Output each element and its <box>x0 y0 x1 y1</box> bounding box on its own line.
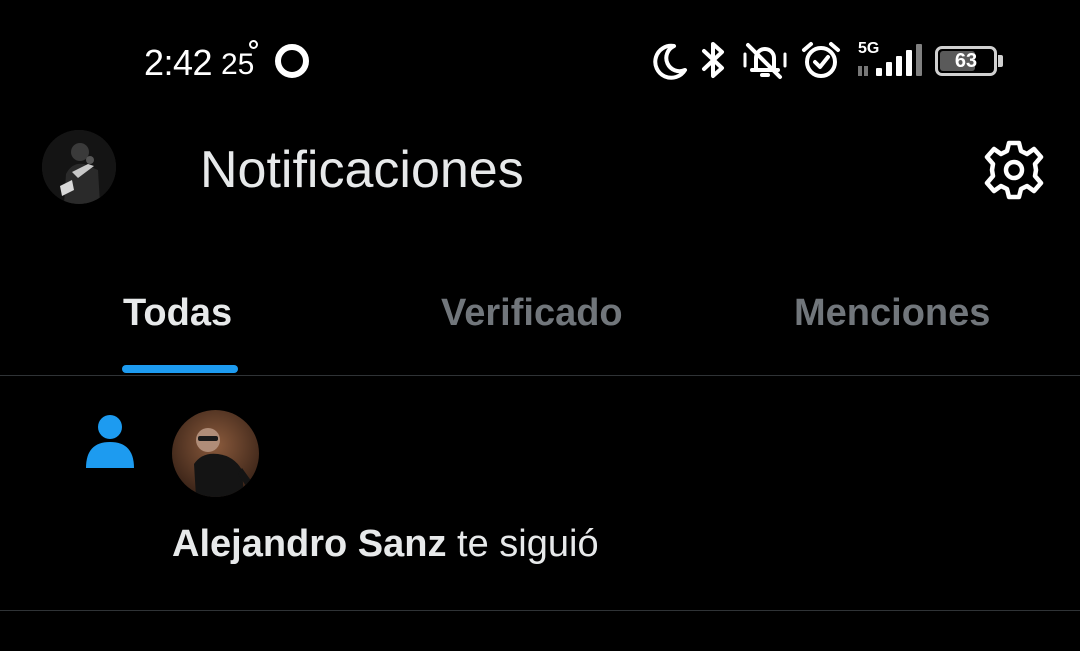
ring-indicator-icon <box>275 44 309 78</box>
notification-action: te siguió <box>446 523 599 565</box>
notifications-screen: 2:42 25 5G 63 Notificaciones Todas Verif… <box>0 0 1080 651</box>
settings-button[interactable] <box>984 140 1044 200</box>
notification-text: Alejandro Sanz te siguió <box>172 523 599 566</box>
muted-vibrate-icon <box>743 43 787 79</box>
battery-percentage: 63 <box>954 49 978 72</box>
alarm-icon <box>802 42 840 78</box>
person-icon <box>86 415 134 468</box>
battery-tip <box>998 55 1003 67</box>
follower-avatar[interactable] <box>172 410 259 497</box>
status-bar: 2:42 25 5G 63 <box>0 0 1080 120</box>
page-title: Notificaciones <box>200 141 524 199</box>
active-tab-indicator <box>122 365 238 373</box>
tab-menciones[interactable]: Menciones <box>794 292 990 335</box>
tab-verificado[interactable]: Verificado <box>441 292 623 335</box>
degree-icon <box>249 40 258 49</box>
next-notification-item <box>0 612 1080 651</box>
notification-tabs: Todas Verificado Menciones <box>0 270 1080 376</box>
bluetooth-icon <box>702 42 724 78</box>
status-time: 2:42 <box>144 42 213 83</box>
follower-avatar-photo <box>172 410 259 497</box>
moon-icon <box>653 43 687 80</box>
gear-icon <box>984 140 1044 200</box>
tab-todas[interactable]: Todas <box>123 292 232 335</box>
notification-item[interactable]: Alejandro Sanz te siguió <box>0 377 1080 611</box>
battery-icon: 63 <box>935 46 997 76</box>
profile-avatar[interactable] <box>42 130 116 204</box>
notification-user-name[interactable]: Alejandro Sanz <box>172 523 447 565</box>
status-temperature: 25 <box>221 48 255 81</box>
avatar-photo <box>42 130 116 204</box>
signal-icon <box>858 44 922 76</box>
